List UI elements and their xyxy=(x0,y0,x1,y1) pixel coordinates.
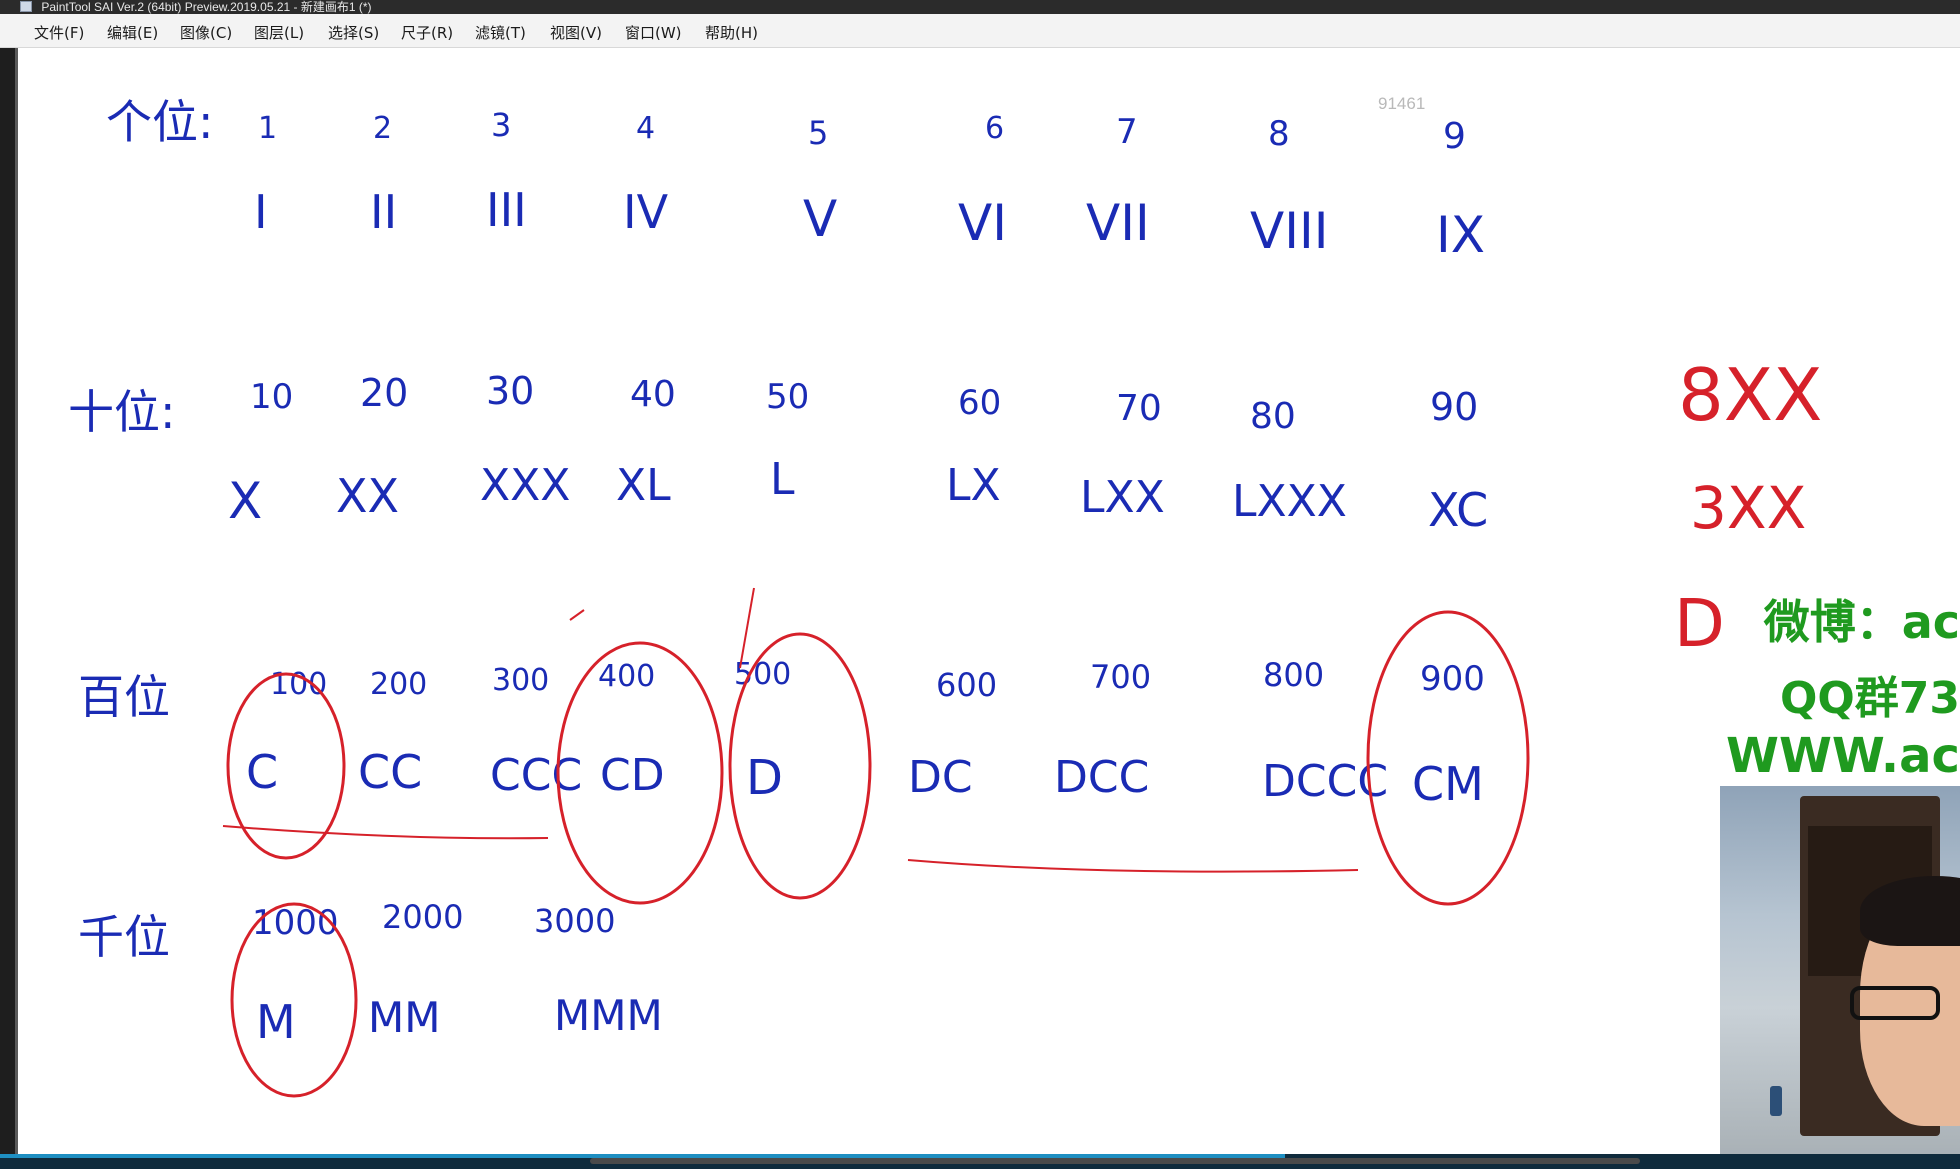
roman-100: C xyxy=(246,745,278,799)
red-underline-d-group xyxy=(907,859,1359,873)
roman-7: VII xyxy=(1086,194,1150,252)
window-title: PaintTool SAI Ver.2 (64bit) Preview.2019… xyxy=(41,0,372,14)
row-label-ones: 个位: xyxy=(106,95,214,149)
digit-30: 30 xyxy=(486,369,534,413)
digit-50: 50 xyxy=(766,377,809,417)
horizontal-scrollbar[interactable] xyxy=(590,1158,1640,1164)
roman-5: V xyxy=(803,190,837,248)
digit-300: 300 xyxy=(492,663,549,698)
window-title-bar: PaintTool SAI Ver.2 (64bit) Preview.2019… xyxy=(0,0,1960,14)
roman-500: D xyxy=(746,750,783,806)
digit-3: 3 xyxy=(491,106,511,144)
roman-600: DC xyxy=(908,752,973,803)
red-underline-c-group xyxy=(222,825,549,840)
roman-30: XXX xyxy=(480,460,570,511)
red-note-3xx: 3XX xyxy=(1690,474,1806,542)
menu-edit[interactable]: 编辑(E) xyxy=(107,22,158,43)
digit-800: 800 xyxy=(1263,656,1324,694)
digit-400: 400 xyxy=(598,659,655,694)
promo-weibo: 微博：ac xyxy=(1763,595,1960,649)
menu-image[interactable]: 图像(C) xyxy=(180,22,232,43)
roman-50: L xyxy=(770,454,795,505)
digit-100: 100 xyxy=(270,667,327,702)
menu-window[interactable]: 窗口(W) xyxy=(625,22,682,43)
menu-filter[interactable]: 滤镜(T) xyxy=(475,22,526,43)
digit-60: 60 xyxy=(958,383,1001,423)
roman-9: IX xyxy=(1436,206,1485,264)
promo-site: WWW.ac xyxy=(1726,728,1960,784)
digit-200: 200 xyxy=(370,667,427,702)
digit-1: 1 xyxy=(258,111,277,146)
menu-select[interactable]: 选择(S) xyxy=(328,22,379,43)
roman-20: XX xyxy=(336,469,399,523)
digit-3000: 3000 xyxy=(534,902,615,940)
roman-3: III xyxy=(486,183,527,237)
background-bottle xyxy=(1770,1086,1782,1116)
roman-60: LX xyxy=(946,460,1001,511)
roman-80: LXXX xyxy=(1232,476,1347,527)
roman-300: CCC xyxy=(490,750,582,801)
digit-80: 80 xyxy=(1250,396,1296,437)
canvas-left-frame xyxy=(0,48,18,1154)
row-label-tens: 十位: xyxy=(68,385,176,439)
menu-layer[interactable]: 图层(L) xyxy=(254,22,304,43)
roman-700: DCC xyxy=(1054,752,1149,803)
digit-1000: 1000 xyxy=(252,903,339,943)
menu-view[interactable]: 视图(V) xyxy=(550,22,602,43)
digit-70: 70 xyxy=(1116,388,1162,429)
digit-600: 600 xyxy=(936,666,997,704)
handwriting-layer: 个位: 十位: 百位 千位 1 2 3 4 5 6 7 8 9 I II III… xyxy=(68,95,1822,1098)
webcam-overlay xyxy=(1720,786,1960,1156)
promo-qq: QQ群73 xyxy=(1779,673,1960,724)
roman-6: VI xyxy=(958,194,1007,252)
drawing-canvas[interactable]: 91461 个位: 十位: 百位 千位 1 2 3 4 5 6 7 8 9 I … xyxy=(18,48,1960,1154)
roman-4: IV xyxy=(623,185,669,239)
roman-3000: MMM xyxy=(554,991,663,1040)
digit-4: 4 xyxy=(636,111,655,146)
roman-400: CD xyxy=(600,750,665,801)
digit-2: 2 xyxy=(373,111,392,146)
digit-8: 8 xyxy=(1268,114,1290,154)
digit-9: 9 xyxy=(1443,116,1466,157)
roman-1000: M xyxy=(256,995,296,1049)
digit-5: 5 xyxy=(808,114,828,152)
red-note-8xx: 8XX xyxy=(1678,353,1822,437)
menu-help[interactable]: 帮助(H) xyxy=(705,22,758,43)
red-note-d: D xyxy=(1674,585,1725,662)
roman-1: I xyxy=(254,185,268,239)
digit-900: 900 xyxy=(1420,659,1485,699)
row-label-thousands: 千位 xyxy=(78,910,170,964)
roman-900: CM xyxy=(1412,757,1484,811)
digit-10: 10 xyxy=(250,377,293,417)
digit-90: 90 xyxy=(1430,385,1478,429)
digit-6: 6 xyxy=(985,111,1004,146)
roman-2000: MM xyxy=(368,993,440,1042)
roman-10: X xyxy=(228,472,262,530)
menu-file[interactable]: 文件(F) xyxy=(34,22,84,43)
digit-2000: 2000 xyxy=(382,898,463,936)
red-stroke-mark xyxy=(739,587,755,669)
presenter-glasses xyxy=(1850,986,1940,1020)
roman-2: II xyxy=(370,185,397,239)
row-label-hundreds: 百位 xyxy=(78,670,170,724)
menu-ruler[interactable]: 尺子(R) xyxy=(401,22,453,43)
roman-90: XC xyxy=(1428,483,1488,537)
roman-70: LXX xyxy=(1080,472,1165,523)
roman-40: XL xyxy=(616,460,671,511)
digit-700: 700 xyxy=(1090,658,1151,696)
roman-200: CC xyxy=(358,745,422,799)
red-tick-mark xyxy=(569,609,585,621)
digit-7: 7 xyxy=(1116,112,1138,152)
roman-8: VIII xyxy=(1250,202,1328,260)
menu-bar: 文件(F) 编辑(E) 图像(C) 图层(L) 选择(S) 尺子(R) 滤镜(T… xyxy=(0,14,1960,48)
digit-40: 40 xyxy=(630,374,676,415)
bottom-bar xyxy=(0,1154,1960,1169)
digit-20: 20 xyxy=(360,371,408,415)
paint-app-icon xyxy=(20,1,32,12)
